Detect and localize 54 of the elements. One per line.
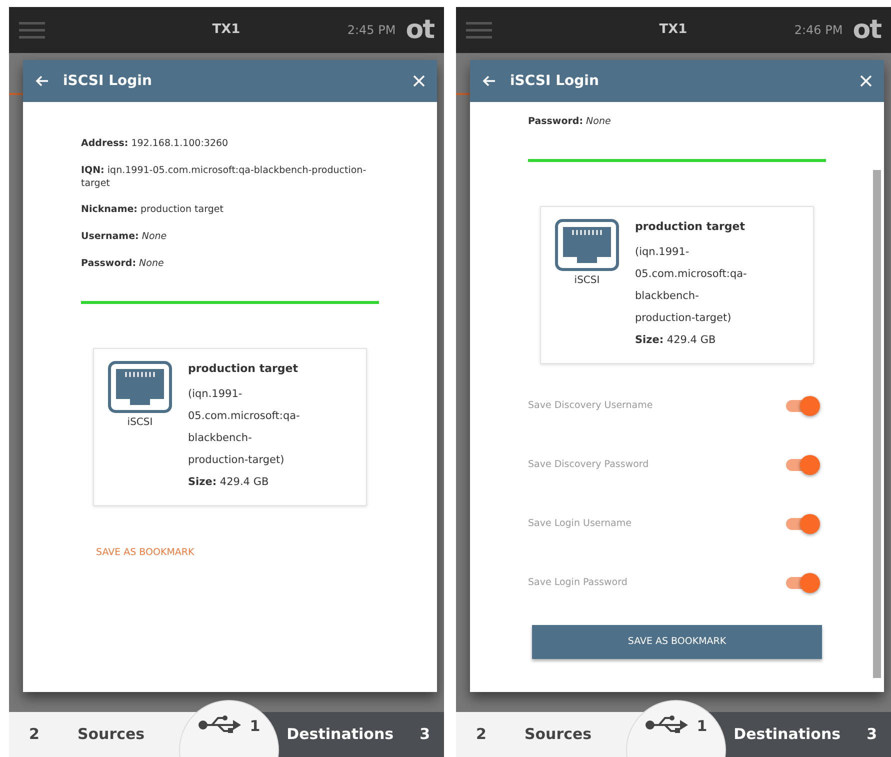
target-name: production target [635, 218, 746, 235]
destinations-tab[interactable]: Destinations 3 [726, 712, 891, 757]
detail-line: IQN: iqn.1991-05.com.microsoft:qa-blackbench-production-target [81, 164, 368, 190]
device-title: TX1 [658, 21, 688, 40]
target-size: Size: 429.4 GB [188, 475, 270, 490]
sources-tab[interactable]: 2 Sources [9, 712, 179, 757]
destinations-label: Destinations [734, 724, 841, 746]
dialog-title: iSCSI Login [510, 72, 600, 90]
target-iqn: (iqn.1991-05.com.microsoft:qa-blackbench-production-target) [188, 387, 301, 468]
logo: ot [406, 17, 434, 43]
destinations-tab[interactable]: Destinations 3 [279, 712, 444, 757]
logo: ot [852, 17, 881, 43]
destinations-count: 3 [866, 724, 877, 746]
target-iqn: (iqn.1991-05.com.microsoft:qa-blackbench-production-target) [635, 245, 748, 326]
target-name: production target [188, 360, 300, 377]
usb-count: 1 [250, 716, 260, 737]
detail-line: Nickname: production target [81, 204, 224, 218]
usb-icon [644, 715, 689, 735]
destinations-label: Destinations [286, 724, 394, 746]
detail-line: Password: None [528, 116, 612, 129]
clock-time: 2:45 PM [347, 22, 396, 39]
toggle-label: Save Login Username [528, 516, 632, 531]
toggle-label: Save Login Password [528, 576, 628, 590]
usb-button[interactable]: 1 [179, 700, 279, 757]
port-label: iSCSI [573, 274, 601, 288]
detail-line: Username: None [81, 231, 168, 244]
usb-button[interactable]: 1 [626, 700, 726, 757]
sources-tab[interactable]: 2 Sources [456, 712, 626, 757]
menu-icon[interactable] [19, 21, 45, 39]
detail-line: Address: 192.168.1.100:3260 [81, 138, 230, 151]
sources-label: Sources [77, 724, 145, 746]
destinations-count: 3 [420, 724, 430, 746]
dialog-title: iSCSI Login [63, 72, 153, 90]
target-size: Size: 429.4 GB [635, 333, 717, 348]
ethernet-port-icon [108, 360, 172, 413]
back-arrow-icon[interactable] [35, 75, 49, 87]
clock-time: 2:46 PM [794, 22, 843, 39]
sources-count: 2 [476, 724, 486, 746]
usb-count: 1 [696, 716, 708, 737]
close-icon[interactable] [860, 75, 872, 87]
save-bookmark-button[interactable]: SAVE AS BOOKMARK [532, 625, 822, 660]
toggle-label: Save Discovery Password [528, 458, 649, 472]
detail-line: Password: None [81, 258, 165, 271]
usb-icon [198, 715, 242, 735]
ethernet-port-icon [555, 218, 619, 271]
menu-icon[interactable] [466, 21, 492, 39]
close-icon[interactable] [413, 75, 425, 87]
back-arrow-icon[interactable] [482, 75, 496, 87]
toggle-label: Save Discovery Username [528, 398, 653, 413]
sources-count: 2 [29, 724, 40, 746]
port-label: iSCSI [126, 416, 154, 430]
scrollbar[interactable] [873, 170, 881, 678]
device-title: TX1 [211, 21, 242, 40]
sources-label: Sources [524, 724, 592, 746]
